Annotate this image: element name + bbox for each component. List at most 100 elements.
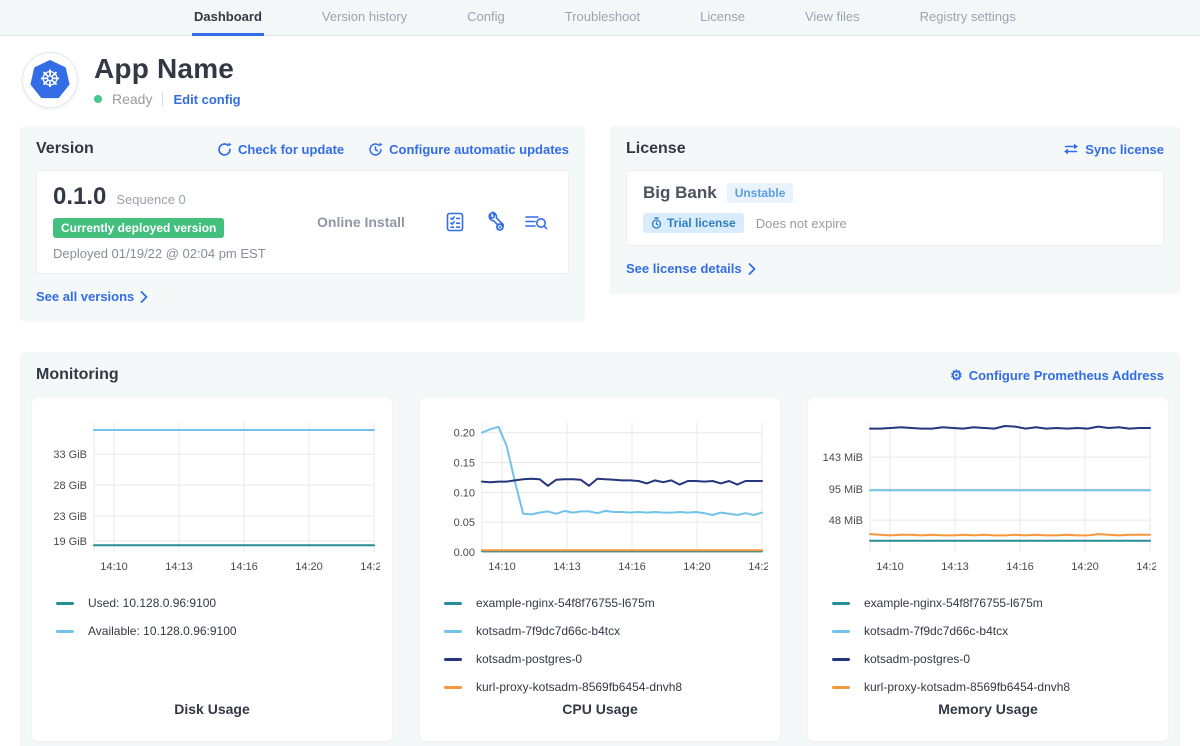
cpu-usage-chart-card: 0.20 0.15 0.10 0.05 0.00 14:10 14:13 14:16 14:20… [420,398,780,741]
memory-usage-legend: example-nginx-54f8f76755-l675mkotsadm-7f… [820,589,1156,701]
tab-troubleshoot[interactable]: Troubleshoot [563,0,642,36]
tab-registry-settings[interactable]: Registry settings [918,0,1018,36]
memory-usage-chart-card: 143 MiB 95 MiB 48 MiB 14:10 14:13 14:16 14:20 1… [808,398,1168,741]
svg-text:14:10: 14:10 [100,561,128,573]
charts-row: 33 GiB28 GiB23 GiB19 GiB14:1014:1314:161… [32,398,1168,741]
svg-text:14:13: 14:13 [941,561,969,573]
legend-item: kotsadm-postgres-0 [444,645,768,673]
svg-text:14:20: 14:20 [1071,561,1099,573]
gear-icon: ⚙ [950,368,963,382]
legend-swatch-icon [832,602,850,605]
legend-swatch-icon [832,658,850,661]
configure-prometheus-link[interactable]: ⚙ Configure Prometheus Address [950,368,1164,383]
tab-license[interactable]: License [698,0,747,36]
legend-item: kotsadm-7f9dc7d66c-b4tcx [444,617,768,645]
chevron-right-icon [748,263,756,275]
legend-swatch-icon [56,630,74,633]
sequence-label: Sequence 0 [116,192,185,207]
chevron-right-icon [140,291,148,303]
svg-text:14:10: 14:10 [876,561,904,573]
svg-text:143 MiB: 143 MiB [823,452,863,464]
nav-tabs: Dashboard Version history Config Troublesho… [192,0,1018,35]
svg-text:0.15: 0.15 [454,458,475,470]
tab-view-files[interactable]: View files [803,0,862,36]
disk-usage-legend: Used: 10.128.0.96:9100Available: 10.128.… [44,589,380,645]
disk-usage-chart-card: 33 GiB28 GiB23 GiB19 GiB14:1014:1314:161… [32,398,392,741]
legend-item: Available: 10.128.0.96:9100 [56,617,380,645]
legend-swatch-icon [832,686,850,689]
svg-text:14:23: 14:23 [360,561,380,573]
legend-item: example-nginx-54f8f76755-l675m [444,589,768,617]
channel-badge: Unstable [727,183,794,203]
svg-text:14:20: 14:20 [683,561,711,573]
ship-wheel-icon: ☸ [39,68,61,92]
svg-text:28 GiB: 28 GiB [53,480,87,492]
svg-text:0.05: 0.05 [454,517,475,529]
svg-text:14:20: 14:20 [295,561,323,573]
deployed-timestamp: Deployed 01/19/22 @ 02:04 pm EST [53,246,278,261]
chart-title: Disk Usage [32,701,392,717]
tab-dashboard[interactable]: Dashboard [192,0,264,36]
disk-usage-chart: 33 GiB28 GiB23 GiB19 GiB14:1014:1314:161… [44,412,380,583]
see-license-details-link[interactable]: See license details [626,261,756,276]
svg-text:95 MiB: 95 MiB [829,484,863,496]
legend-item: Used: 10.128.0.96:9100 [56,589,380,617]
version-card: Version Check for update Configure au [20,126,585,322]
divider [162,92,163,106]
svg-text:14:16: 14:16 [1006,561,1034,573]
status-text: Ready [112,91,152,107]
customer-name: Big Bank [643,183,717,203]
legend-swatch-icon [444,658,462,661]
chart-title: CPU Usage [420,701,780,717]
version-number: 0.1.0 [53,183,106,211]
svg-text:14:23: 14:23 [748,561,768,573]
svg-text:48 MiB: 48 MiB [829,515,863,527]
svg-text:0.10: 0.10 [454,487,475,499]
legend-item: example-nginx-54f8f76755-l675m [832,589,1156,617]
svg-text:14:13: 14:13 [165,561,193,573]
deployed-version-panel: 0.1.0 Sequence 0 Currently deployed vers… [36,170,569,274]
legend-item: kotsadm-postgres-0 [832,645,1156,673]
view-logs-icon[interactable] [524,211,548,233]
clock-refresh-icon [368,142,383,157]
svg-text:14:23: 14:23 [1136,561,1156,573]
svg-text:14:13: 14:13 [553,561,581,573]
install-type-label: Online Install [278,214,444,230]
edit-config-link[interactable]: Edit config [173,92,240,107]
svg-text:23 GiB: 23 GiB [53,511,87,523]
app-header: ☸ App Name Ready Edit config [0,36,1200,122]
edit-config-gear-icon[interactable] [484,211,506,233]
preflight-checks-icon[interactable] [444,211,466,233]
svg-text:14:16: 14:16 [618,561,646,573]
legend-item: kotsadm-7f9dc7d66c-b4tcx [832,617,1156,645]
svg-text:0.00: 0.00 [454,547,475,559]
license-panel: Big Bank Unstable Trial license Does not… [626,170,1164,246]
sync-license-link[interactable]: Sync license [1063,142,1164,157]
top-nav: Dashboard Version history Config Troublesho… [0,0,1200,36]
svg-text:14:10: 14:10 [488,561,516,573]
legend-swatch-icon [832,630,850,633]
check-for-update-link[interactable]: Check for update [217,142,344,157]
see-all-versions-link[interactable]: See all versions [36,289,148,304]
sync-icon [1063,142,1079,156]
svg-text:0.20: 0.20 [454,428,475,440]
trial-license-badge: Trial license [643,213,744,233]
status-dot-icon [94,95,102,103]
chart-title: Memory Usage [808,701,1168,717]
monitoring-section: Monitoring ⚙ Configure Prometheus Addres… [20,352,1180,746]
monitoring-title: Monitoring [36,366,119,384]
cpu-usage-chart: 0.20 0.15 0.10 0.05 0.00 14:10 14:13 14:16 14:20… [432,412,768,583]
tab-config[interactable]: Config [465,0,507,36]
app-icon: ☸ [22,52,78,108]
configure-automatic-updates-link[interactable]: Configure automatic updates [368,142,569,157]
cpu-usage-legend: example-nginx-54f8f76755-l675mkotsadm-7f… [432,589,768,701]
legend-swatch-icon [444,630,462,633]
legend-swatch-icon [56,602,74,605]
license-card-title: License [626,140,686,158]
page-title: App Name [94,53,241,85]
tab-version-history[interactable]: Version history [320,0,409,36]
legend-item: kurl-proxy-kotsadm-8569fb6454-dnvh8 [444,673,768,701]
version-card-title: Version [36,140,94,158]
license-card: License Sync license Big Bank Unstable [610,126,1180,294]
deployed-badge: Currently deployed version [53,218,224,238]
